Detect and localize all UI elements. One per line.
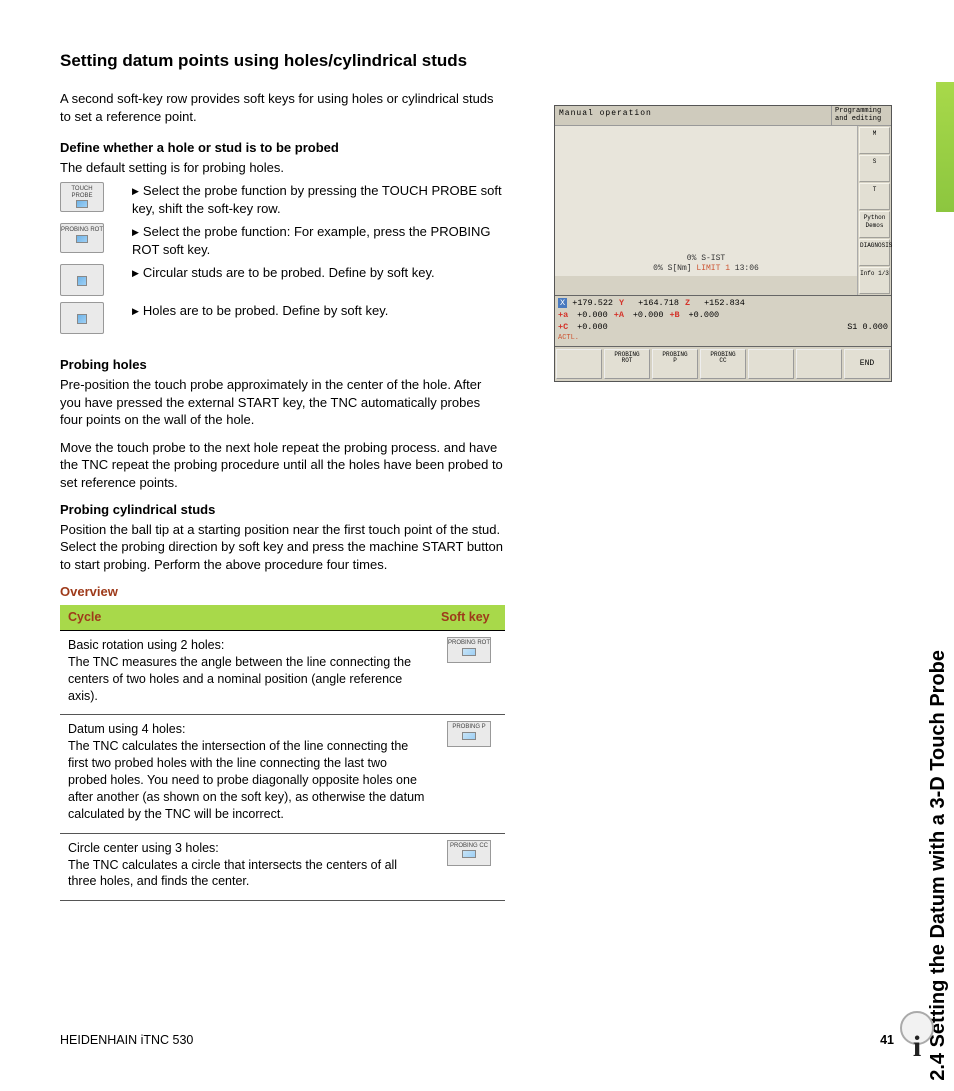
col-cycle: Cycle [60, 605, 433, 630]
step-4-text: Holes are to be probed. Define by soft k… [132, 302, 505, 320]
side-btn-info[interactable]: Info 1/3 [859, 267, 890, 294]
tnc-sidebar: M S T Python Demos DIAGNOSIS Info 1/3 [857, 126, 891, 295]
para-holes-a: Pre-position the touch probe approximate… [60, 376, 505, 429]
default-note: The default setting is for probing holes… [60, 159, 505, 177]
sk-end[interactable]: END [844, 349, 890, 379]
hole-softkey-icon [60, 302, 104, 334]
stud-softkey-icon [60, 264, 104, 296]
tnc-mode: Programming and editing [831, 106, 891, 125]
step-2-text: Select the probe function: For example, … [132, 223, 505, 258]
step-4: Holes are to be probed. Define by soft k… [60, 302, 505, 334]
touch-probe-softkey-icon: TOUCH PROBE [60, 182, 104, 212]
sk-blank-2[interactable] [748, 349, 794, 379]
actl-label: ACTL. [558, 334, 579, 344]
cycle-cell: Basic rotation using 2 holes: The TNC me… [60, 630, 433, 715]
col-softkey: Soft key [433, 605, 505, 630]
sk-blank-1[interactable] [556, 349, 602, 379]
side-tab: 2.4 Setting the Datum with a 3-D Touch P… [918, 40, 954, 650]
overview-table: Cycle Soft key Basic rotation using 2 ho… [60, 605, 505, 901]
overview-heading: Overview [60, 583, 505, 601]
table-row: Basic rotation using 2 holes: The TNC me… [60, 630, 505, 715]
footer-left: HEIDENHAIN iTNC 530 [60, 1032, 193, 1049]
tnc-title: Manual operation [555, 106, 831, 125]
page-footer: HEIDENHAIN iTNC 530 41 [60, 1032, 894, 1049]
tnc-screenshot: Manual operation Programming and editing… [554, 105, 892, 382]
tnc-canvas: 0% S-IST 0% S[Nm] LIMIT 1 13:06 [555, 126, 857, 276]
subhead-probing-studs: Probing cylindrical studs [60, 501, 505, 519]
step-2: PROBING ROT Select the probe function: F… [60, 223, 505, 258]
subhead-probing-holes: Probing holes [60, 356, 505, 374]
sk-probing-p[interactable]: PROBING P [652, 349, 698, 379]
tnc-softkey-row: PROBING ROT PROBING P PROBING CC END [555, 346, 891, 381]
probing-cc-icon: PROBING CC [447, 840, 491, 866]
side-btn-s[interactable]: S [859, 155, 890, 182]
step-3: Circular studs are to be probed. Define … [60, 264, 505, 296]
probing-p-icon: PROBING P [447, 721, 491, 747]
page-number: 41 [880, 1032, 894, 1049]
para-studs: Position the ball tip at a starting posi… [60, 521, 505, 574]
content-column: Setting datum points using holes/cylindr… [60, 50, 505, 901]
cycle-cell: Circle center using 3 holes: The TNC cal… [60, 833, 433, 901]
sk-blank-3[interactable] [796, 349, 842, 379]
tnc-coordinates: X +179.522 Y +164.718 Z +152.834 +a +0.0… [555, 295, 891, 345]
info-icon: i [895, 1011, 939, 1061]
subhead-define: Define whether a hole or stud is to be p… [60, 139, 505, 157]
probing-rot-icon: PROBING ROT [447, 637, 491, 663]
status-line-2: 0% S[Nm] LIMIT 1 13:06 [555, 264, 857, 274]
table-row: Circle center using 3 holes: The TNC cal… [60, 833, 505, 901]
status-line-1: 0% S-IST [555, 254, 857, 264]
side-btn-python[interactable]: Python Demos [859, 211, 890, 238]
para-holes-b: Move the touch probe to the next hole re… [60, 439, 505, 492]
screenshot-column: Manual operation Programming and editing… [554, 105, 894, 382]
s1-value: S1 0.000 [847, 322, 888, 334]
sk-probing-cc[interactable]: PROBING CC [700, 349, 746, 379]
side-btn-m[interactable]: M [859, 127, 890, 154]
intro-paragraph: A second soft-key row provides soft keys… [60, 90, 505, 125]
probing-rot-softkey-icon: PROBING ROT [60, 223, 104, 253]
page-title: Setting datum points using holes/cylindr… [60, 50, 505, 72]
table-row: Datum using 4 holes: The TNC calculates … [60, 715, 505, 833]
step-3-text: Circular studs are to be probed. Define … [132, 264, 505, 282]
side-btn-t[interactable]: T [859, 183, 890, 210]
side-btn-diagnosis[interactable]: DIAGNOSIS [859, 239, 890, 266]
sk-probing-rot[interactable]: PROBING ROT [604, 349, 650, 379]
step-1-text: Select the probe function by pressing th… [132, 182, 505, 217]
step-1: TOUCH PROBE Select the probe function by… [60, 182, 505, 217]
cycle-cell: Datum using 4 holes: The TNC calculates … [60, 715, 433, 833]
